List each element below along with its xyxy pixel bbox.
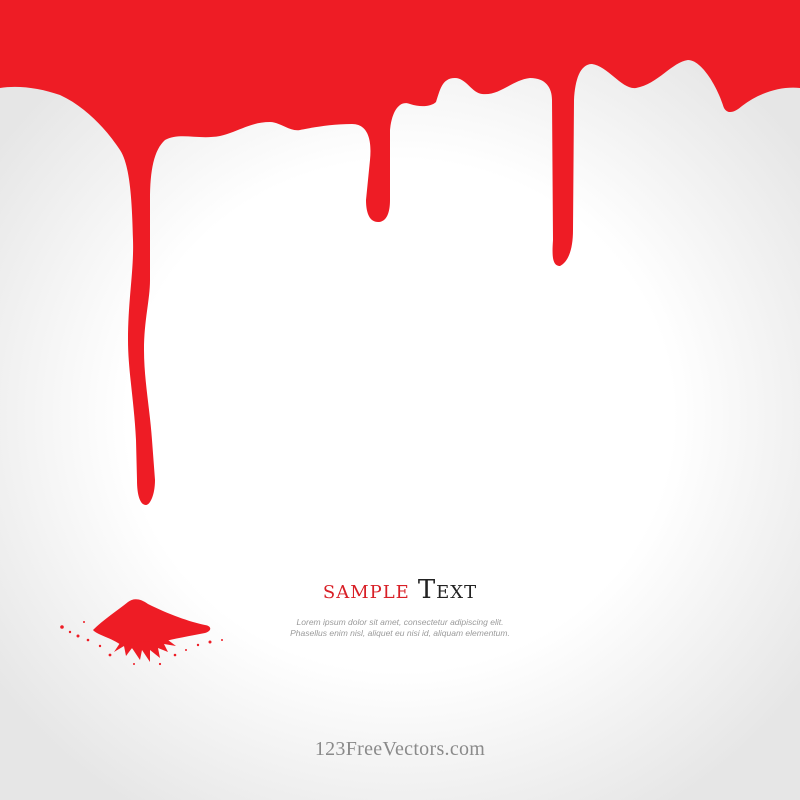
body-copy-line-1: Lorem ipsum dolor sit amet, consectetur … (296, 617, 504, 627)
body-copy-line-2: Phasellus enim nisl, aliquet eu nisi id,… (290, 628, 510, 638)
body-copy: Lorem ipsum dolor sit amet, consectetur … (0, 617, 800, 639)
headline: SAMPLE Text (0, 572, 800, 608)
dripping-paint (0, 0, 800, 505)
watermark: 123FreeVectors.com (314, 738, 486, 760)
dripping-paint-illustration (0, 0, 800, 666)
headline-word-text: Text (417, 575, 478, 605)
headline-word-sample: SAMPLE (322, 575, 410, 605)
